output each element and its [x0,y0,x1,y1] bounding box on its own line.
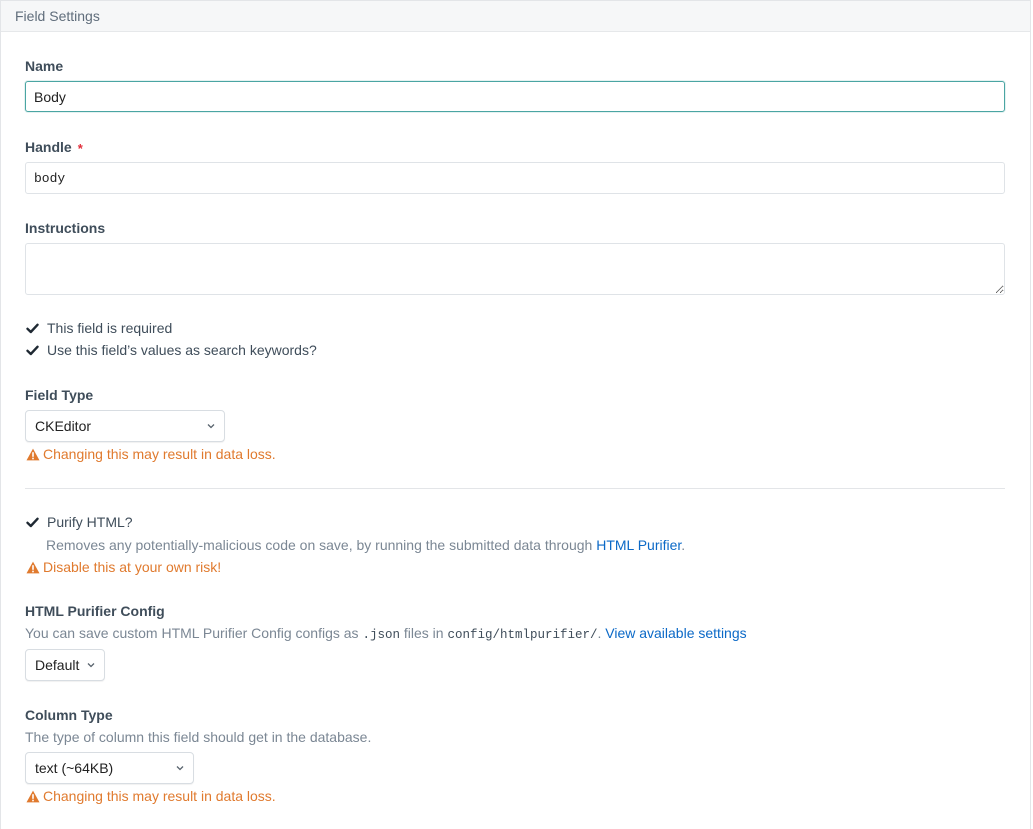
json-extension-code: .json [362,628,400,642]
chevron-down-icon [87,662,95,668]
field-settings-panel: Field Settings Name Handle * Instructions… [0,0,1031,829]
handle-label: Handle * [25,139,83,156]
field-type-select[interactable]: CKEditor [25,410,225,442]
search-keywords-checkbox[interactable] [26,344,39,357]
search-keywords-checkbox-label: Use this field’s values as search keywor… [47,342,317,358]
config-path-code: config/htmlpurifier/ [447,628,598,642]
name-label: Name [25,58,64,74]
column-type-select[interactable]: text (~64KB) [25,752,194,784]
checkmark-icon [26,345,39,355]
purifier-config-select[interactable]: Default [25,649,105,681]
search-keywords-checkbox-row[interactable]: Use this field’s values as search keywor… [26,342,317,358]
required-checkbox-label: This field is required [47,320,173,336]
purifier-config-description: You can save custom HTML Purifier Config… [25,625,747,642]
field-type-label: Field Type [25,387,94,403]
column-type-description: The type of column this field should get… [25,729,372,745]
column-type-warning: Changing this may result in data loss. [26,788,276,804]
required-checkbox-row[interactable]: This field is required [26,320,172,336]
section-divider [25,488,1005,489]
warning-triangle-icon [26,561,40,573]
html-purifier-link[interactable]: HTML Purifier [596,537,681,553]
chevron-down-icon [207,423,215,429]
handle-label-text: Handle [25,139,72,155]
purify-desc-text: Removes any potentially-malicious code o… [46,537,597,553]
purify-warning-text: Disable this at your own risk! [43,559,222,575]
handle-input[interactable] [25,162,1005,194]
checkmark-icon [26,517,39,527]
warning-triangle-icon [26,448,40,460]
instructions-textarea[interactable] [25,243,1005,295]
field-type-warning: Changing this may result in data loss. [26,446,276,462]
required-checkbox[interactable] [26,322,39,335]
purifier-config-selected: Default [35,657,80,673]
purify-html-description: Removes any potentially-malicious code o… [46,537,685,553]
panel-title: Field Settings [1,1,1030,32]
view-available-settings-link[interactable]: View available settings [605,625,746,641]
purifier-config-label: HTML Purifier Config [25,603,165,619]
field-type-selected: CKEditor [35,418,92,434]
column-type-label: Column Type [25,707,113,723]
required-marker: * [77,141,83,156]
purifier-desc-part: files in [399,625,448,641]
purify-html-checkbox-row[interactable]: Purify HTML? [26,514,133,530]
purify-html-label: Purify HTML? [47,514,133,530]
purify-warning: Disable this at your own risk! [26,559,221,575]
chevron-down-icon [176,765,184,771]
warning-triangle-icon [26,790,40,802]
column-type-warning-text: Changing this may result in data loss. [43,788,276,804]
purify-desc-suffix: . [681,537,686,553]
purifier-desc-part: You can save custom HTML Purifier Config… [25,625,363,641]
column-type-selected: text (~64KB) [35,760,114,776]
checkmark-icon [26,323,39,333]
field-type-warning-text: Changing this may result in data loss. [43,446,276,462]
purify-html-checkbox[interactable] [26,516,39,529]
name-input[interactable] [25,81,1005,112]
instructions-label: Instructions [25,220,106,236]
